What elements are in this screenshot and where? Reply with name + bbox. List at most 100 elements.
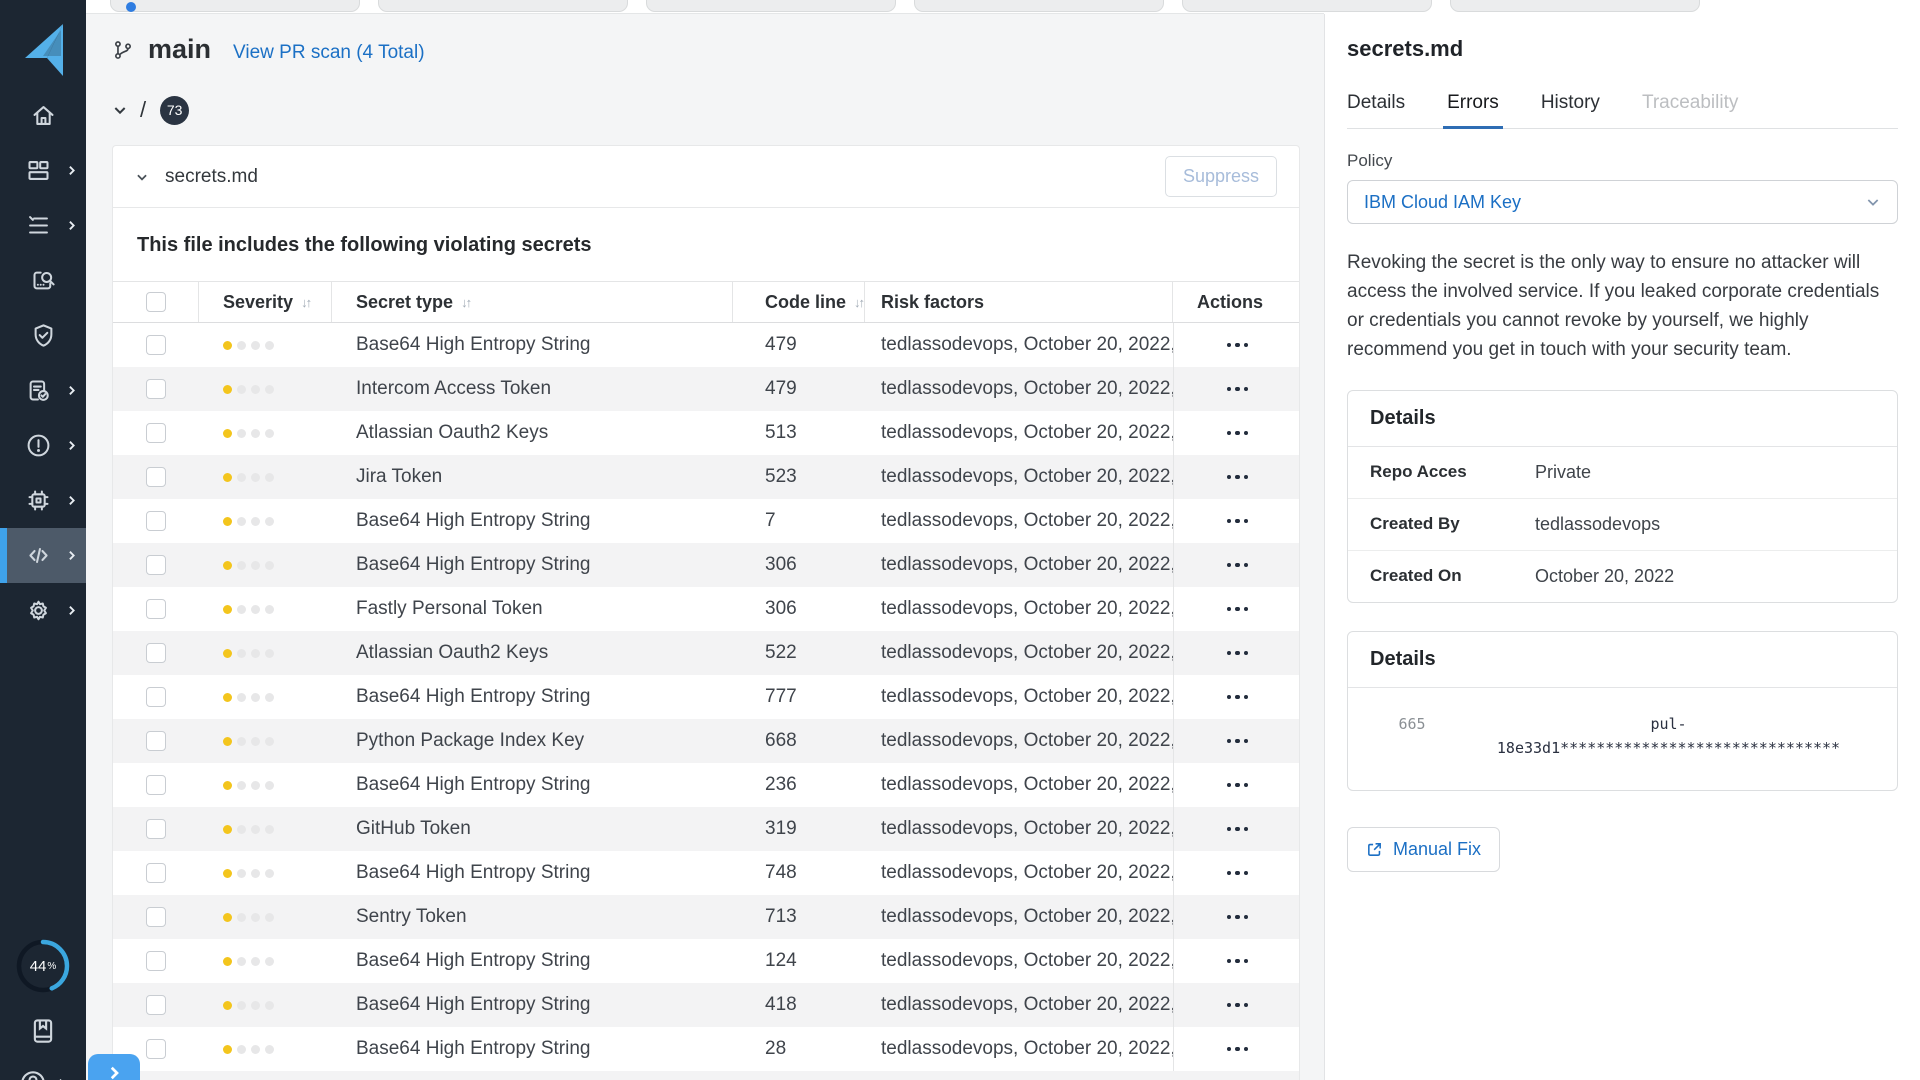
row-checkbox[interactable]	[146, 643, 166, 663]
row-actions-button[interactable]	[1173, 499, 1301, 543]
view-pr-scan-link[interactable]: View PR scan (4 Total)	[233, 42, 425, 64]
sort-icon[interactable]: ↓↑	[854, 295, 863, 310]
row-actions-button[interactable]	[1173, 675, 1301, 719]
code-icon	[25, 542, 52, 569]
row-actions-button[interactable]	[1173, 455, 1301, 499]
sidebar-item-checklist[interactable]	[0, 198, 86, 253]
table-row[interactable]: Base64 High Entropy String 236 tedlassod…	[113, 763, 1299, 807]
table-row[interactable]: Base64 High Entropy String 748 tedlassod…	[113, 851, 1299, 895]
row-checkbox[interactable]	[146, 907, 166, 927]
row-checkbox[interactable]	[146, 511, 166, 531]
book-icon[interactable]	[28, 1016, 58, 1046]
tab-traceability[interactable]: Traceability	[1642, 92, 1738, 128]
sidebar-item-settings[interactable]	[0, 583, 86, 638]
table-row[interactable]: Base64 High Entropy String 28 tedlassode…	[113, 1027, 1299, 1071]
row-actions-button[interactable]	[1173, 1027, 1301, 1071]
sidebar-item-code[interactable]	[0, 528, 86, 583]
ellipsis-icon	[1227, 343, 1249, 348]
column-header-risk-factors: Risk factors	[865, 282, 1173, 322]
row-actions-button[interactable]	[1173, 543, 1301, 587]
table-row[interactable]: Jira Token 523 tedlassodevops, October 2…	[113, 455, 1299, 499]
row-actions-button[interactable]	[1173, 631, 1301, 675]
row-actions-button[interactable]	[1173, 983, 1301, 1027]
dashboard-icon	[25, 157, 52, 184]
row-actions-button[interactable]	[1173, 939, 1301, 983]
row-actions-button[interactable]	[1173, 323, 1301, 367]
table-row[interactable]: Sentry Token 713 tedlassodevops, October…	[113, 895, 1299, 939]
row-checkbox[interactable]	[146, 423, 166, 443]
row-checkbox[interactable]	[146, 379, 166, 399]
browser-tab[interactable]	[914, 0, 1164, 12]
table-row[interactable]: Base64 High Entropy String 7 tedlassodev…	[113, 499, 1299, 543]
row-checkbox[interactable]	[146, 1039, 166, 1059]
table-row[interactable]: Fastly Personal Token 306 tedlassodevops…	[113, 587, 1299, 631]
table-row[interactable]: Base64 High Entropy String 777 tedlassod…	[113, 675, 1299, 719]
column-header-code-line[interactable]: Code line↓↑	[733, 282, 865, 322]
row-actions-button[interactable]	[1173, 367, 1301, 411]
secret-type: Python Package Index Key	[332, 730, 733, 752]
table-row[interactable]: Atlassian Oauth2 Keys 513 tedlassodevops…	[113, 411, 1299, 455]
column-header-severity[interactable]: Severity↓↑	[199, 282, 332, 322]
row-checkbox[interactable]	[146, 555, 166, 575]
sidebar-item-document-check[interactable]	[0, 363, 86, 418]
tab-history[interactable]: History	[1541, 92, 1600, 128]
row-checkbox[interactable]	[146, 951, 166, 971]
table-row[interactable]: Intercom Access Token 479 tedlassodevops…	[113, 367, 1299, 411]
secret-type: Base64 High Entropy String	[332, 1038, 733, 1060]
sidebar-item-dashboard[interactable]	[0, 143, 86, 198]
sidebar-item-alert[interactable]	[0, 418, 86, 473]
policy-dropdown[interactable]: IBM Cloud IAM Key	[1347, 180, 1898, 224]
spectral-logo-icon[interactable]	[17, 20, 69, 80]
browser-tab[interactable]	[110, 0, 360, 12]
manual-fix-button[interactable]: Manual Fix	[1347, 827, 1500, 872]
sort-icon[interactable]: ↓↑	[301, 295, 310, 310]
tab-errors[interactable]: Errors	[1447, 92, 1499, 128]
sidebar-item-shield-check[interactable]	[0, 308, 86, 363]
sidebar-bottom: 44%	[0, 938, 86, 1080]
user-menu[interactable]	[18, 1068, 68, 1080]
row-actions-button[interactable]	[1173, 587, 1301, 631]
table-row[interactable]: Python Package Index Key 668 tedlassodev…	[113, 719, 1299, 763]
row-checkbox[interactable]	[146, 995, 166, 1015]
sort-icon[interactable]: ↓↑	[461, 295, 470, 310]
column-header-secret-type[interactable]: Secret type↓↑	[332, 282, 733, 322]
table-row[interactable]: Base64 High Entropy String 418 tedlassod…	[113, 983, 1299, 1027]
row-checkbox[interactable]	[146, 687, 166, 707]
row-actions-button[interactable]	[1173, 719, 1301, 763]
code-line: 236	[733, 774, 865, 796]
table-row[interactable]: Base64 High Entropy String 306 tedlassod…	[113, 543, 1299, 587]
row-checkbox[interactable]	[146, 467, 166, 487]
table-row[interactable]: Atlassian Oauth2 Keys 522 tedlassodevops…	[113, 631, 1299, 675]
code-line: 713	[733, 906, 865, 928]
chevron-down-icon[interactable]	[112, 102, 128, 118]
row-actions-button[interactable]	[1173, 851, 1301, 895]
suppress-button[interactable]: Suppress	[1165, 156, 1277, 197]
row-checkbox[interactable]	[146, 863, 166, 883]
panel-tabs: Details Errors History Traceability	[1347, 92, 1898, 129]
table-row[interactable]: Base64 High Entropy String 479 tedlassod…	[113, 323, 1299, 367]
browser-tab[interactable]	[1450, 0, 1700, 12]
row-actions-button[interactable]	[1173, 895, 1301, 939]
row-checkbox[interactable]	[146, 819, 166, 839]
risk-factors: tedlassodevops, October 20, 2022,	[865, 994, 1173, 1016]
browser-tab[interactable]	[646, 0, 896, 12]
row-checkbox[interactable]	[146, 775, 166, 795]
browser-tab[interactable]	[378, 0, 628, 12]
row-checkbox[interactable]	[146, 731, 166, 751]
code-line: 522	[733, 642, 865, 664]
row-checkbox[interactable]	[146, 599, 166, 619]
row-actions-button[interactable]	[1173, 411, 1301, 455]
sidebar-item-cpu[interactable]	[0, 473, 86, 528]
browser-tab[interactable]	[1182, 0, 1432, 12]
chevron-down-icon[interactable]	[135, 170, 149, 184]
row-actions-button[interactable]	[1173, 807, 1301, 851]
sidebar-expand-button[interactable]	[88, 1054, 140, 1080]
select-all-checkbox[interactable]	[146, 292, 166, 312]
table-row[interactable]: GitHub Token 319 tedlassodevops, October…	[113, 807, 1299, 851]
row-actions-button[interactable]	[1173, 763, 1301, 807]
row-checkbox[interactable]	[146, 335, 166, 355]
table-row[interactable]: Base64 High Entropy String 124 tedlassod…	[113, 939, 1299, 983]
tab-details[interactable]: Details	[1347, 92, 1405, 128]
sidebar-item-document-search[interactable]	[0, 253, 86, 308]
sidebar-item-home[interactable]	[0, 88, 86, 143]
